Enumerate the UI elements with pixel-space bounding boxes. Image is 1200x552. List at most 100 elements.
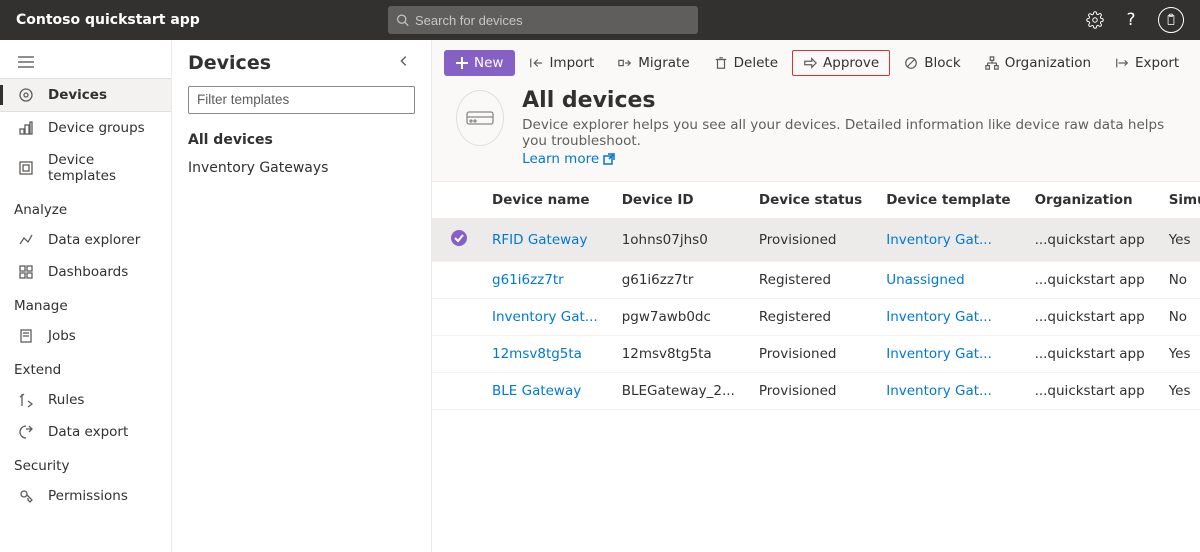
- device-id: BLEGateway_2...: [610, 373, 747, 410]
- groups-icon: [18, 120, 34, 136]
- device-status: Provisioned: [747, 373, 874, 410]
- table-row[interactable]: Inventory Gat...pgw7awb0dcRegisteredInve…: [432, 299, 1200, 336]
- filter-templates-input[interactable]: [197, 92, 406, 107]
- table-row[interactable]: 12msv8tg5ta12msv8tg5taProvisionedInvento…: [432, 336, 1200, 373]
- checked-icon: [450, 229, 468, 247]
- learn-more-label: Learn more: [522, 151, 599, 167]
- col-header[interactable]: Simulated: [1157, 182, 1200, 219]
- device-template-link[interactable]: Inventory Gat...: [874, 373, 1022, 410]
- devices-table: Device nameDevice IDDevice statusDevice …: [432, 182, 1200, 410]
- device-name-link[interactable]: RFID Gateway: [480, 219, 610, 262]
- nav-label: Device templates: [48, 152, 153, 184]
- col-header[interactable]: Device ID: [610, 182, 747, 219]
- delete-button[interactable]: Delete: [704, 50, 788, 76]
- device-sim: No: [1157, 299, 1200, 336]
- nav-label: Jobs: [48, 328, 76, 344]
- nav-item-rules[interactable]: Rules: [0, 384, 171, 416]
- template-item[interactable]: Inventory Gateways: [188, 154, 415, 182]
- hero-section: All devices Device explorer helps you se…: [432, 84, 1200, 181]
- device-id: 12msv8tg5ta: [610, 336, 747, 373]
- clipboard-icon[interactable]: [1158, 7, 1184, 33]
- device-status: Provisioned: [747, 336, 874, 373]
- col-header[interactable]: Device template: [874, 182, 1022, 219]
- col-header[interactable]: Device status: [747, 182, 874, 219]
- row-check[interactable]: [432, 262, 480, 299]
- table-row[interactable]: RFID Gateway1ohns07jhs0ProvisionedInvent…: [432, 219, 1200, 262]
- device-status: Provisioned: [747, 219, 874, 262]
- device-status: Registered: [747, 299, 874, 336]
- nav-item-dashboards[interactable]: Dashboards: [0, 256, 171, 288]
- organization-button[interactable]: Organization: [975, 50, 1101, 76]
- row-check[interactable]: [432, 336, 480, 373]
- device-org: ...quickstart app: [1023, 262, 1157, 299]
- col-check: [432, 182, 480, 219]
- device-template-link[interactable]: Inventory Gat...: [874, 219, 1022, 262]
- more-button[interactable]: ⋯: [1193, 50, 1200, 76]
- device-template-link[interactable]: Inventory Gat...: [874, 336, 1022, 373]
- row-check[interactable]: [432, 299, 480, 336]
- templates-icon: [18, 160, 34, 176]
- row-check[interactable]: [432, 373, 480, 410]
- device-name-link[interactable]: BLE Gateway: [480, 373, 610, 410]
- new-button[interactable]: New: [444, 50, 515, 76]
- content-area: New Import Migrate Delete Approve: [432, 40, 1200, 552]
- row-check[interactable]: [432, 219, 480, 262]
- help-icon[interactable]: ?: [1122, 11, 1140, 29]
- devices-icon: [18, 87, 34, 103]
- nav-section-manage: Manage: [0, 288, 171, 320]
- col-header[interactable]: Organization: [1023, 182, 1157, 219]
- device-id: g61i6zz7tr: [610, 262, 747, 299]
- learn-more-link[interactable]: Learn more: [522, 151, 615, 167]
- collapse-panel-icon[interactable]: [397, 54, 415, 72]
- nav-item-data-explorer[interactable]: Data explorer: [0, 224, 171, 256]
- nav-item-device-groups[interactable]: Device groups: [0, 112, 171, 144]
- device-template-link[interactable]: Inventory Gat...: [874, 299, 1022, 336]
- device-template-link[interactable]: Unassigned: [874, 262, 1022, 299]
- nav-item-devices[interactable]: Devices: [0, 78, 171, 112]
- search-box[interactable]: [388, 6, 698, 34]
- migrate-button[interactable]: Migrate: [608, 50, 699, 76]
- nav-item-permissions[interactable]: Permissions: [0, 480, 171, 512]
- nav-label: Data explorer: [48, 232, 140, 248]
- templates-panel: Devices All devicesInventory Gateways: [172, 40, 432, 552]
- table-row[interactable]: BLE GatewayBLEGateway_2...ProvisionedInv…: [432, 373, 1200, 410]
- dashboard-icon: [18, 264, 34, 280]
- device-id: 1ohns07jhs0: [610, 219, 747, 262]
- approve-button[interactable]: Approve: [792, 50, 890, 76]
- nav-item-jobs[interactable]: Jobs: [0, 320, 171, 352]
- nav-section-analyze: Analyze: [0, 192, 171, 224]
- explorer-icon: [18, 232, 34, 248]
- export-button[interactable]: Export: [1105, 50, 1189, 76]
- device-org: ...quickstart app: [1023, 336, 1157, 373]
- template-item[interactable]: All devices: [188, 126, 415, 154]
- device-status: Registered: [747, 262, 874, 299]
- col-header[interactable]: Device name: [480, 182, 610, 219]
- nav-label: Rules: [48, 392, 84, 408]
- hamburger-icon[interactable]: [0, 46, 171, 78]
- block-button[interactable]: Block: [894, 50, 971, 76]
- delete-label: Delete: [734, 55, 778, 71]
- rules-icon: [18, 392, 34, 408]
- app-title: Contoso quickstart app: [16, 12, 200, 28]
- filter-templates-box[interactable]: [188, 86, 415, 114]
- table-row[interactable]: g61i6zz7trg61i6zz7trRegisteredUnassigned…: [432, 262, 1200, 299]
- device-name-link[interactable]: g61i6zz7tr: [480, 262, 610, 299]
- import-button[interactable]: Import: [519, 50, 604, 76]
- export-icon: [18, 424, 34, 440]
- settings-icon[interactable]: [1086, 11, 1104, 29]
- device-name-link[interactable]: Inventory Gat...: [480, 299, 610, 336]
- device-org: ...quickstart app: [1023, 299, 1157, 336]
- nav-item-device-templates[interactable]: Device templates: [0, 144, 171, 192]
- block-label: Block: [924, 55, 961, 71]
- search-input[interactable]: [415, 13, 690, 28]
- device-name-link[interactable]: 12msv8tg5ta: [480, 336, 610, 373]
- top-bar: Contoso quickstart app ?: [0, 0, 1200, 40]
- devices-table-wrap: Device nameDevice IDDevice statusDevice …: [432, 181, 1200, 552]
- panel-title: Devices: [188, 52, 271, 74]
- command-bar: New Import Migrate Delete Approve: [432, 40, 1200, 84]
- hero-subtitle: Device explorer helps you see all your d…: [522, 117, 1176, 149]
- nav-section-security: Security: [0, 448, 171, 480]
- device-sim: Yes: [1157, 373, 1200, 410]
- hero-icon: [456, 90, 504, 146]
- nav-item-data-export[interactable]: Data export: [0, 416, 171, 448]
